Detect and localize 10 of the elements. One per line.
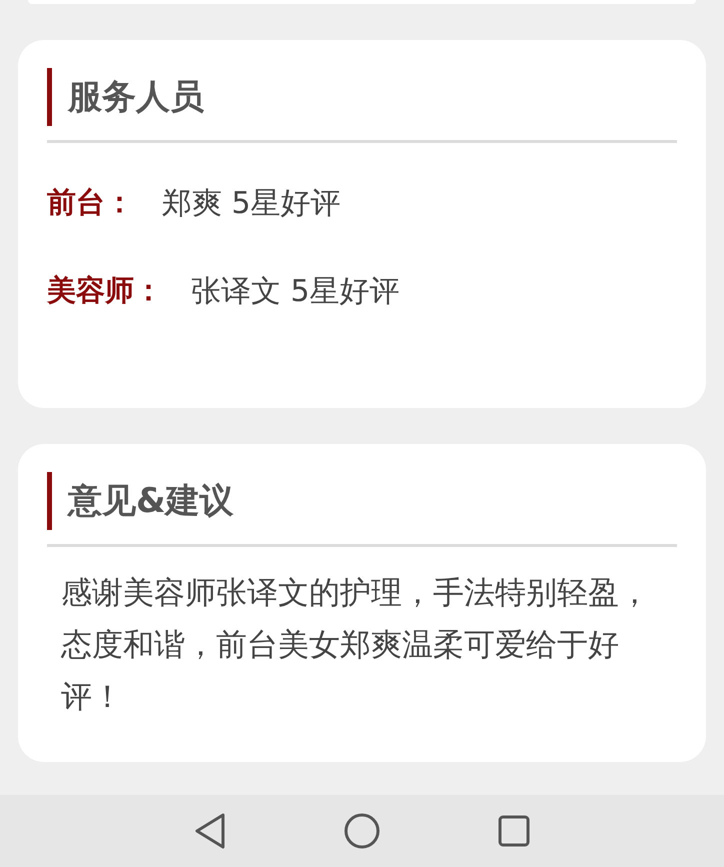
field-value: 郑爽 5星好评 [162,184,341,222]
recents-icon[interactable] [498,815,530,847]
field-label: 美容师： [47,272,163,309]
field-label: 前台： [47,184,134,221]
home-icon[interactable] [344,813,380,849]
back-icon[interactable] [194,813,226,849]
feedback-text: 感谢美容师张译文的护理，手法特别轻盈，态度和谐，前台美女郑爽温柔可爱给于好评！ [60,574,651,717]
section-title: 意见&建议 [47,472,234,530]
field-value: 张译文 5星好评 [191,272,400,310]
section-title: 服务人员 [47,68,204,126]
